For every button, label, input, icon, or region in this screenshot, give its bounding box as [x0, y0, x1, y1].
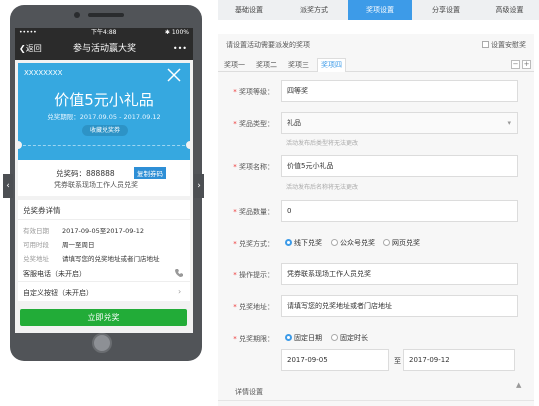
phone-icon	[175, 269, 183, 277]
next-arrow-icon[interactable]: ›	[194, 174, 204, 198]
panel-divider	[218, 400, 534, 401]
back-button[interactable]: ❮返回	[19, 38, 42, 60]
custom-button-row[interactable]: 自定义按钮（未开启） ›	[18, 283, 190, 301]
prize-tab-1[interactable]: 奖项一	[222, 60, 247, 70]
detail-value: 请填写您的兑奖地址或者门店地址	[62, 255, 160, 263]
prev-arrow-icon[interactable]: ‹	[3, 174, 13, 198]
page-root: ‹ › ••••• 下午4:88 ✱ 100% ❮返回 参与活动赢大奖 ••• …	[0, 0, 539, 406]
service-phone-row[interactable]: 客服电话（未开启）	[18, 264, 190, 282]
phone-camera	[74, 12, 80, 18]
prize-level-input[interactable]: 四等奖	[281, 80, 518, 102]
prize-type-select[interactable]: 礼品 ▾	[281, 112, 518, 134]
tab-advanced[interactable]: 高级设置	[480, 0, 539, 20]
tip-input[interactable]: 凭券联系现场工作人员兑奖	[281, 263, 518, 285]
end-date-input[interactable]: 2017-09-12	[403, 349, 515, 371]
prize-tab-2[interactable]: 奖项二	[254, 60, 279, 70]
prize-tab-3[interactable]: 奖项三	[286, 60, 311, 70]
detail-title: 兑奖券详情	[23, 206, 61, 215]
copy-code-button[interactable]: 复制券码	[134, 167, 166, 179]
close-icon[interactable]	[166, 67, 182, 83]
safe-prize-label: 设置安慰奖	[491, 41, 526, 49]
radio-selected-icon	[285, 334, 292, 341]
phone-screen: ••••• 下午4:88 ✱ 100% ❮返回 参与活动赢大奖 ••• XXXX…	[15, 28, 193, 333]
prize-type-value: 礼品	[287, 119, 301, 127]
detail-key: 可用时段	[23, 241, 49, 249]
address-input[interactable]: 请填写您的兑奖地址或者门店地址	[281, 295, 518, 317]
quantity-label: * 奖品数量：	[233, 208, 274, 216]
chevron-right-icon: ›	[178, 287, 182, 296]
prize-type-label: * 奖品类型：	[233, 120, 274, 128]
checkbox-box	[482, 41, 489, 48]
tab-share[interactable]: 分享设置	[414, 0, 478, 20]
favorite-tag[interactable]: 收藏兑奖券	[82, 125, 128, 136]
tab-basic[interactable]: 基础设置	[218, 0, 280, 20]
method-label: * 兑奖方式：	[233, 240, 274, 248]
panel-header: 请设置活动需要派发的奖项	[226, 41, 310, 49]
phone-home-button	[92, 333, 112, 353]
nav-bar: ❮返回 参与活动赢大奖 •••	[15, 38, 193, 60]
prize-type-hint: 活动发布后类型将无法更改	[286, 140, 359, 147]
radio-selected-icon	[285, 239, 292, 246]
method-offline-radio[interactable]: 线下兑奖	[285, 238, 322, 248]
collapse-up-icon[interactable]: ▲	[516, 381, 521, 389]
code-note: 凭券联系现场工作人员兑奖	[54, 181, 138, 189]
detail-value: 周一至周日	[62, 241, 95, 249]
period-fixed-duration-radio[interactable]: 固定时长	[331, 333, 368, 343]
detail-key: 兑奖地址	[23, 255, 49, 263]
period-fixed-date-radio[interactable]: 固定日期	[285, 333, 322, 343]
quantity-input[interactable]: 0	[281, 200, 518, 222]
detail-divider	[18, 219, 190, 220]
prize-title: 价值5元小礼品	[54, 91, 154, 109]
detail-key: 有效日期	[23, 227, 49, 235]
prize-validity: 兑奖期限：2017.09.05 - 2017.09.12	[47, 113, 161, 121]
service-phone-label: 客服电话（未开启）	[23, 270, 86, 278]
signal-icon: •••••	[19, 29, 37, 36]
radio-icon	[331, 334, 338, 341]
prize-name-hint: 活动发布后名称将无法更改	[286, 184, 359, 191]
status-bar: ••••• 下午4:88 ✱ 100%	[15, 28, 193, 38]
battery-indicator: ✱ 100%	[164, 29, 189, 36]
method-web-radio[interactable]: 网页兑奖	[383, 238, 420, 248]
redeem-now-button[interactable]: 立即兑奖	[20, 309, 187, 326]
add-prize-button[interactable]: +	[522, 60, 531, 69]
prize-name-input[interactable]: 价值5元小礼品	[281, 155, 518, 177]
card-notch-right	[186, 141, 193, 149]
tab-award-method[interactable]: 派奖方式	[282, 0, 346, 20]
radio-icon	[383, 239, 390, 246]
status-time: 下午4:88	[91, 29, 117, 36]
merchant-name: XXXXXXXX	[24, 69, 63, 77]
date-separator: 至	[394, 357, 401, 365]
back-label: 返回	[25, 44, 42, 53]
code-area: 兑奖码：888888 复制券码 凭券联系现场工作人员兑奖	[18, 160, 190, 196]
detail-value: 2017-09-05至2017-09-12	[62, 227, 145, 235]
radio-icon	[331, 239, 338, 246]
detail-settings-label: 详情设置	[235, 388, 263, 396]
remove-prize-button[interactable]: −	[511, 60, 520, 69]
caret-down-icon: ▾	[507, 119, 511, 127]
prize-name-label: * 奖项名称：	[233, 163, 274, 171]
prize-settings-panel: 请设置活动需要派发的奖项 设置安慰奖 奖项一 奖项二 奖项三 奖项四 − + *…	[218, 34, 534, 406]
prize-tabs: 奖项一 奖项二 奖项三 奖项四 − +	[218, 58, 534, 72]
tab-prize[interactable]: 奖项设置	[348, 0, 412, 20]
address-label: * 兑奖地址：	[233, 303, 274, 311]
phone-speaker	[88, 13, 124, 17]
safe-prize-checkbox[interactable]: 设置安慰奖	[482, 40, 526, 50]
settings-tabs: 基础设置 派奖方式 奖项设置 分享设置 高级设置	[218, 0, 539, 20]
redeem-code: 兑奖码：888888	[56, 169, 115, 178]
tip-label: * 操作提示：	[233, 271, 274, 279]
chevron-left-icon: ❮	[19, 44, 26, 53]
start-date-input[interactable]: 2017-09-05	[281, 349, 389, 371]
card-divider	[18, 145, 190, 146]
prize-tab-4[interactable]: 奖项四	[317, 58, 346, 72]
custom-button-label: 自定义按钮（未开启）	[23, 289, 93, 297]
more-icon[interactable]: •••	[173, 38, 187, 60]
nav-title: 参与活动赢大奖	[73, 44, 137, 54]
method-wechat-radio[interactable]: 公众号兑奖	[331, 238, 375, 248]
prize-level-label: * 奖项等级：	[233, 88, 274, 96]
period-label: * 兑奖期限：	[233, 335, 274, 343]
prize-card: XXXXXXXX 价值5元小礼品 兑奖期限：2017.09.05 - 2017.…	[18, 63, 190, 160]
